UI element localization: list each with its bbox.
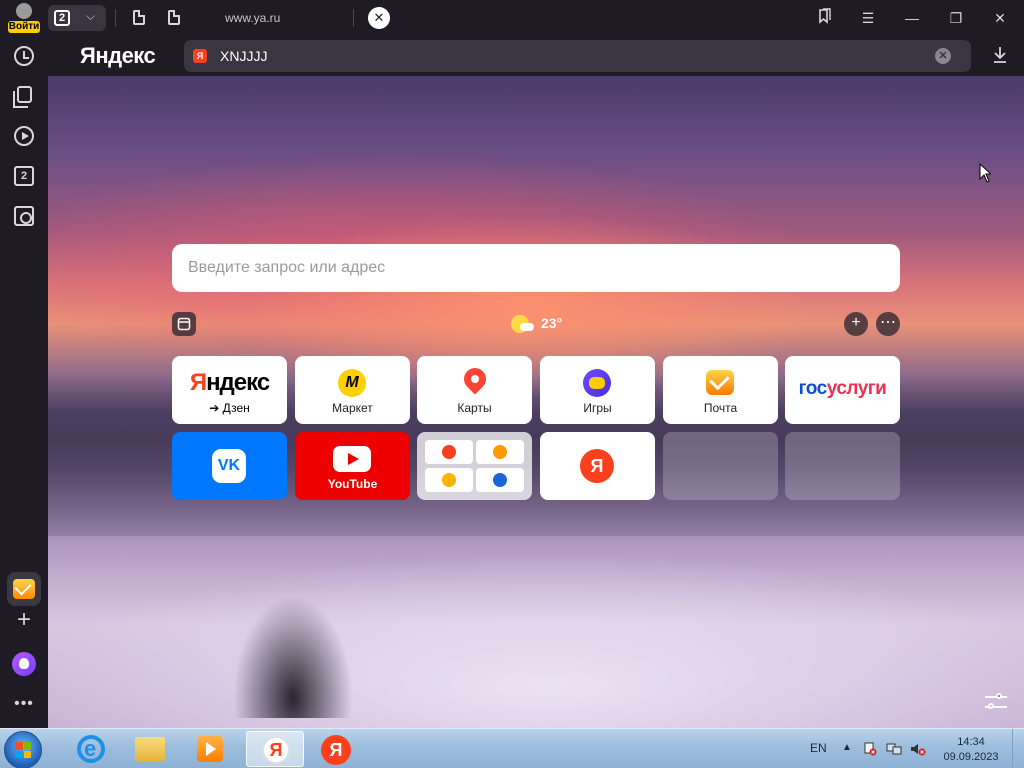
profile-login-label: Войти: [8, 21, 40, 33]
tile-caption: Игры: [583, 401, 612, 415]
tile-games[interactable]: Игры: [540, 356, 655, 424]
tile-yandex[interactable]: Яндекс ➔ Дзен: [172, 356, 287, 424]
tab-count: 2: [54, 10, 70, 26]
tab-manager-button[interactable]: 2 ⌵: [48, 5, 106, 31]
clock-time: 14:34: [957, 736, 985, 748]
gamepad-icon: [583, 369, 611, 397]
vk-icon: VK: [212, 449, 246, 483]
add-tile-button[interactable]: +: [844, 312, 868, 336]
rock-silhouette: [218, 578, 368, 718]
search-box[interactable]: [172, 244, 900, 292]
restore-button[interactable]: ❐: [945, 8, 967, 28]
tile-caption: Карты: [457, 401, 492, 415]
history-icon[interactable]: [14, 46, 34, 66]
tile-youtube[interactable]: YouTube: [295, 432, 410, 500]
taskbar-yandex-browser[interactable]: Я: [246, 731, 304, 767]
close-tab-button[interactable]: ✕: [368, 7, 390, 29]
gallery-icon[interactable]: [172, 312, 196, 336]
taskbar-explorer[interactable]: [120, 731, 178, 767]
windows-taskbar: Я Я EN ▲ 14:34 09.09.2023: [0, 728, 1024, 768]
system-clock[interactable]: 14:34 09.09.2023: [940, 735, 1002, 765]
internet-explorer-icon: [77, 735, 105, 763]
yandex-browser-icon: Я: [262, 736, 290, 764]
taskbar-ie[interactable]: [60, 731, 118, 767]
tile-maps[interactable]: Карты: [417, 356, 532, 424]
show-desktop-button[interactable]: [1012, 729, 1024, 768]
taskbar-media-player[interactable]: [180, 731, 238, 767]
mini-disk-icon: [476, 468, 524, 492]
tab-title[interactable]: www.ya.ru: [225, 11, 280, 25]
start-button[interactable]: [4, 731, 42, 768]
mail-icon: [13, 579, 35, 599]
tile-gosuslugi[interactable]: госуслуги: [785, 356, 900, 424]
chevron-down-icon: ⌵: [86, 9, 96, 23]
weather-temperature: 23°: [541, 315, 563, 331]
customize-icon[interactable]: [985, 692, 1007, 712]
downloads-icon[interactable]: [990, 46, 1010, 66]
more-icon[interactable]: •••: [12, 695, 36, 713]
menu-icon[interactable]: ☰: [857, 8, 879, 28]
divider: [353, 9, 354, 27]
search-input[interactable]: [188, 244, 878, 292]
collections-icon[interactable]: [13, 86, 32, 108]
yandex-wordmark: Яндекс: [189, 369, 270, 396]
address-value[interactable]: XNJJJJ: [220, 48, 267, 64]
youtube-play-icon: [333, 446, 371, 472]
ya-icon: Я: [580, 449, 614, 483]
page-icon[interactable]: [133, 10, 145, 25]
yandex-icon: Я: [321, 735, 351, 765]
language-indicator[interactable]: EN: [810, 741, 827, 755]
tile-caption: YouTube: [327, 477, 378, 491]
tile-mail[interactable]: Почта: [663, 356, 778, 424]
user-icon: [16, 3, 32, 19]
windows-logo-icon: [15, 742, 31, 758]
close-window-button[interactable]: ✕: [989, 8, 1011, 28]
add-app-button[interactable]: +: [12, 608, 36, 632]
tile-empty[interactable]: [785, 432, 900, 500]
browser-title-bar: Войти 2 ⌵ www.ya.ru ✕ ☰ — ❐ ✕: [0, 0, 1024, 36]
media-player-icon: [197, 736, 223, 762]
tile-market[interactable]: M Маркет: [295, 356, 410, 424]
network-icon[interactable]: [886, 742, 902, 756]
tile-vk[interactable]: VK: [172, 432, 287, 500]
tile-ya[interactable]: Я: [540, 432, 655, 500]
mail-icon: [706, 370, 734, 395]
folder-icon: [135, 737, 165, 761]
tile-caption: Маркет: [332, 401, 373, 415]
market-icon: M: [338, 369, 366, 397]
profile-button[interactable]: Войти: [6, 3, 42, 33]
mail-app-button[interactable]: [7, 572, 41, 606]
bookmarks-icon[interactable]: [813, 8, 835, 28]
mini-mail-icon: [425, 468, 473, 492]
divider: [115, 9, 116, 27]
mini-yandex-icon: [425, 440, 473, 464]
tile-group[interactable]: [417, 432, 532, 500]
tile-caption: Почта: [703, 401, 738, 415]
tray-expand-icon[interactable]: ▲: [842, 742, 852, 753]
cloud-icon: [520, 323, 534, 331]
video-icon[interactable]: [14, 126, 34, 146]
address-bar[interactable]: Я XNJJJJ ✕: [184, 40, 971, 72]
gosuslugi-wordmark: госуслуги: [798, 378, 887, 399]
tab-favicon-icon: [168, 10, 180, 25]
tabs-icon[interactable]: 2: [14, 166, 34, 186]
map-pin-icon: [459, 363, 491, 395]
mini-alice-icon: [476, 440, 524, 464]
minimize-button[interactable]: —: [901, 8, 923, 28]
tile-empty[interactable]: [663, 432, 778, 500]
tile-caption: ➔ Дзен: [209, 401, 250, 415]
yandex-logo[interactable]: Яндекс: [80, 43, 156, 69]
volume-muted-icon[interactable]: [910, 742, 926, 756]
yandex-favicon-icon: Я: [193, 49, 207, 63]
alice-assistant-icon[interactable]: [12, 652, 36, 676]
screenshot-icon[interactable]: [14, 206, 34, 226]
cloud-fog: [48, 468, 1024, 728]
tiles-more-button[interactable]: ⋯: [876, 312, 900, 336]
taskbar-yandex[interactable]: Я: [306, 731, 364, 767]
clock-date: 09.09.2023: [943, 751, 999, 763]
clear-address-button[interactable]: ✕: [935, 48, 951, 64]
action-center-icon[interactable]: [862, 742, 878, 756]
